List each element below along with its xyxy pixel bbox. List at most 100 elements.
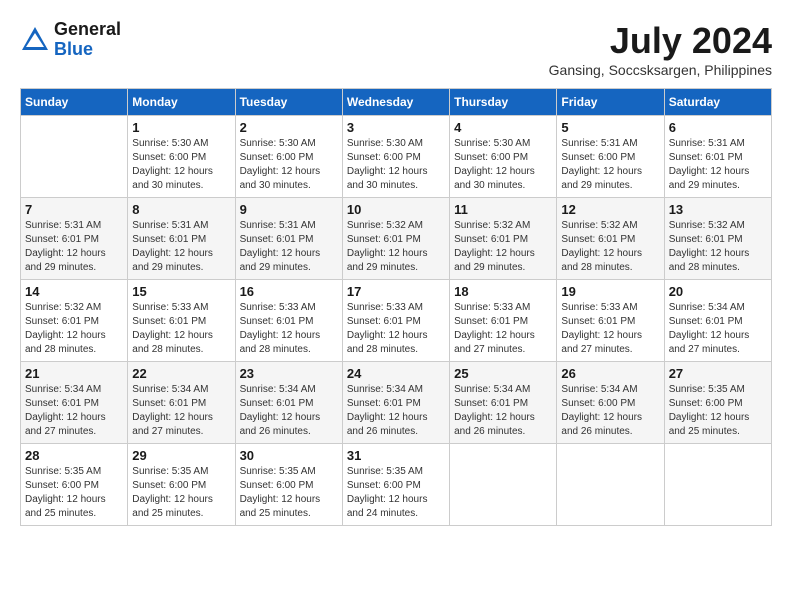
day-info: Sunrise: 5:32 AMSunset: 6:01 PMDaylight:… [25, 301, 123, 357]
day-number: 23 [240, 366, 338, 381]
day-info: Sunrise: 5:33 AMSunset: 6:01 PMDaylight:… [132, 301, 230, 357]
calendar-week-row: 14 Sunrise: 5:32 AMSunset: 6:01 PMDayligh… [21, 280, 772, 362]
calendar-header-wednesday: Wednesday [342, 89, 449, 116]
calendar-cell: 16 Sunrise: 5:33 AMSunset: 6:01 PMDayligh… [235, 280, 342, 362]
day-number: 19 [561, 284, 659, 299]
day-info: Sunrise: 5:33 AMSunset: 6:01 PMDaylight:… [454, 301, 552, 357]
calendar-header-tuesday: Tuesday [235, 89, 342, 116]
calendar-cell: 10 Sunrise: 5:32 AMSunset: 6:01 PMDayligh… [342, 198, 449, 280]
day-number: 7 [25, 202, 123, 217]
day-number: 13 [669, 202, 767, 217]
day-info: Sunrise: 5:32 AMSunset: 6:01 PMDaylight:… [669, 219, 767, 275]
day-info: Sunrise: 5:34 AMSunset: 6:01 PMDaylight:… [25, 383, 123, 439]
calendar-cell [21, 116, 128, 198]
calendar-cell: 20 Sunrise: 5:34 AMSunset: 6:01 PMDayligh… [664, 280, 771, 362]
day-info: Sunrise: 5:30 AMSunset: 6:00 PMDaylight:… [132, 137, 230, 193]
day-number: 31 [347, 448, 445, 463]
day-number: 9 [240, 202, 338, 217]
location-subtitle: Gansing, Soccsksargen, Philippines [549, 62, 772, 78]
day-number: 22 [132, 366, 230, 381]
day-info: Sunrise: 5:30 AMSunset: 6:00 PMDaylight:… [454, 137, 552, 193]
day-number: 21 [25, 366, 123, 381]
calendar-cell: 2 Sunrise: 5:30 AMSunset: 6:00 PMDaylight… [235, 116, 342, 198]
calendar-cell: 7 Sunrise: 5:31 AMSunset: 6:01 PMDaylight… [21, 198, 128, 280]
calendar-cell: 29 Sunrise: 5:35 AMSunset: 6:00 PMDayligh… [128, 444, 235, 526]
logo: General Blue [20, 20, 121, 60]
day-info: Sunrise: 5:32 AMSunset: 6:01 PMDaylight:… [561, 219, 659, 275]
day-number: 30 [240, 448, 338, 463]
day-number: 16 [240, 284, 338, 299]
day-number: 1 [132, 120, 230, 135]
day-number: 14 [25, 284, 123, 299]
day-info: Sunrise: 5:31 AMSunset: 6:01 PMDaylight:… [25, 219, 123, 275]
calendar-cell: 14 Sunrise: 5:32 AMSunset: 6:01 PMDayligh… [21, 280, 128, 362]
day-info: Sunrise: 5:32 AMSunset: 6:01 PMDaylight:… [347, 219, 445, 275]
day-info: Sunrise: 5:35 AMSunset: 6:00 PMDaylight:… [132, 465, 230, 521]
day-info: Sunrise: 5:32 AMSunset: 6:01 PMDaylight:… [454, 219, 552, 275]
logo-general-text: General [54, 20, 121, 40]
day-number: 20 [669, 284, 767, 299]
calendar-cell: 15 Sunrise: 5:33 AMSunset: 6:01 PMDayligh… [128, 280, 235, 362]
calendar-week-row: 28 Sunrise: 5:35 AMSunset: 6:00 PMDayligh… [21, 444, 772, 526]
calendar-week-row: 7 Sunrise: 5:31 AMSunset: 6:01 PMDaylight… [21, 198, 772, 280]
day-number: 18 [454, 284, 552, 299]
calendar-cell [450, 444, 557, 526]
calendar-cell: 21 Sunrise: 5:34 AMSunset: 6:01 PMDayligh… [21, 362, 128, 444]
calendar-cell: 6 Sunrise: 5:31 AMSunset: 6:01 PMDaylight… [664, 116, 771, 198]
day-number: 15 [132, 284, 230, 299]
day-number: 27 [669, 366, 767, 381]
day-info: Sunrise: 5:35 AMSunset: 6:00 PMDaylight:… [347, 465, 445, 521]
day-info: Sunrise: 5:34 AMSunset: 6:01 PMDaylight:… [454, 383, 552, 439]
day-info: Sunrise: 5:35 AMSunset: 6:00 PMDaylight:… [669, 383, 767, 439]
calendar-table: SundayMondayTuesdayWednesdayThursdayFrid… [20, 88, 772, 526]
calendar-week-row: 21 Sunrise: 5:34 AMSunset: 6:01 PMDayligh… [21, 362, 772, 444]
day-info: Sunrise: 5:33 AMSunset: 6:01 PMDaylight:… [347, 301, 445, 357]
calendar-header-monday: Monday [128, 89, 235, 116]
logo-icon [20, 25, 50, 55]
day-number: 17 [347, 284, 445, 299]
day-number: 29 [132, 448, 230, 463]
calendar-week-row: 1 Sunrise: 5:30 AMSunset: 6:00 PMDaylight… [21, 116, 772, 198]
day-number: 10 [347, 202, 445, 217]
calendar-cell: 23 Sunrise: 5:34 AMSunset: 6:01 PMDayligh… [235, 362, 342, 444]
calendar-header-saturday: Saturday [664, 89, 771, 116]
calendar-header-sunday: Sunday [21, 89, 128, 116]
calendar-header-thursday: Thursday [450, 89, 557, 116]
day-number: 6 [669, 120, 767, 135]
logo-blue-text: Blue [54, 40, 121, 60]
day-info: Sunrise: 5:34 AMSunset: 6:01 PMDaylight:… [669, 301, 767, 357]
calendar-cell: 28Sunrise: 5:35 AMSunset: 6:00 PMDayligh… [21, 444, 128, 526]
calendar-header-friday: Friday [557, 89, 664, 116]
calendar-cell: 22Sunrise: 5:34 AMSunset: 6:01 PMDayligh… [128, 362, 235, 444]
logo-text: General Blue [54, 20, 121, 60]
calendar-cell: 25 Sunrise: 5:34 AMSunset: 6:01 PMDayligh… [450, 362, 557, 444]
day-info: Sunrise: 5:31 AMSunset: 6:00 PMDaylight:… [561, 137, 659, 193]
calendar-cell: 31 Sunrise: 5:35 AMSunset: 6:00 PMDayligh… [342, 444, 449, 526]
day-number: 24 [347, 366, 445, 381]
calendar-cell: 9 Sunrise: 5:31 AMSunset: 6:01 PMDaylight… [235, 198, 342, 280]
calendar-cell: 3Sunrise: 5:30 AMSunset: 6:00 PMDaylight… [342, 116, 449, 198]
day-info: Sunrise: 5:31 AMSunset: 6:01 PMDaylight:… [669, 137, 767, 193]
day-info: Sunrise: 5:31 AMSunset: 6:01 PMDaylight:… [240, 219, 338, 275]
day-info: Sunrise: 5:33 AMSunset: 6:01 PMDaylight:… [240, 301, 338, 357]
day-number: 28 [25, 448, 123, 463]
day-info: Sunrise: 5:34 AMSunset: 6:01 PMDaylight:… [240, 383, 338, 439]
page-header: General Blue July 2024 Gansing, Soccsksa… [20, 20, 772, 78]
day-number: 11 [454, 202, 552, 217]
calendar-cell: 24Sunrise: 5:34 AMSunset: 6:01 PMDayligh… [342, 362, 449, 444]
calendar-cell [664, 444, 771, 526]
calendar-cell: 18 Sunrise: 5:33 AMSunset: 6:01 PMDayligh… [450, 280, 557, 362]
day-info: Sunrise: 5:30 AMSunset: 6:00 PMDaylight:… [240, 137, 338, 193]
calendar-cell: 30Sunrise: 5:35 AMSunset: 6:00 PMDayligh… [235, 444, 342, 526]
calendar-cell: 5 Sunrise: 5:31 AMSunset: 6:00 PMDaylight… [557, 116, 664, 198]
calendar-cell: 19Sunrise: 5:33 AMSunset: 6:01 PMDayligh… [557, 280, 664, 362]
day-number: 2 [240, 120, 338, 135]
calendar-cell: 8Sunrise: 5:31 AMSunset: 6:01 PMDaylight… [128, 198, 235, 280]
day-number: 25 [454, 366, 552, 381]
day-number: 26 [561, 366, 659, 381]
day-number: 5 [561, 120, 659, 135]
calendar-cell: 13 Sunrise: 5:32 AMSunset: 6:01 PMDayligh… [664, 198, 771, 280]
day-info: Sunrise: 5:34 AMSunset: 6:00 PMDaylight:… [561, 383, 659, 439]
day-number: 8 [132, 202, 230, 217]
calendar-cell: 1 Sunrise: 5:30 AMSunset: 6:00 PMDaylight… [128, 116, 235, 198]
